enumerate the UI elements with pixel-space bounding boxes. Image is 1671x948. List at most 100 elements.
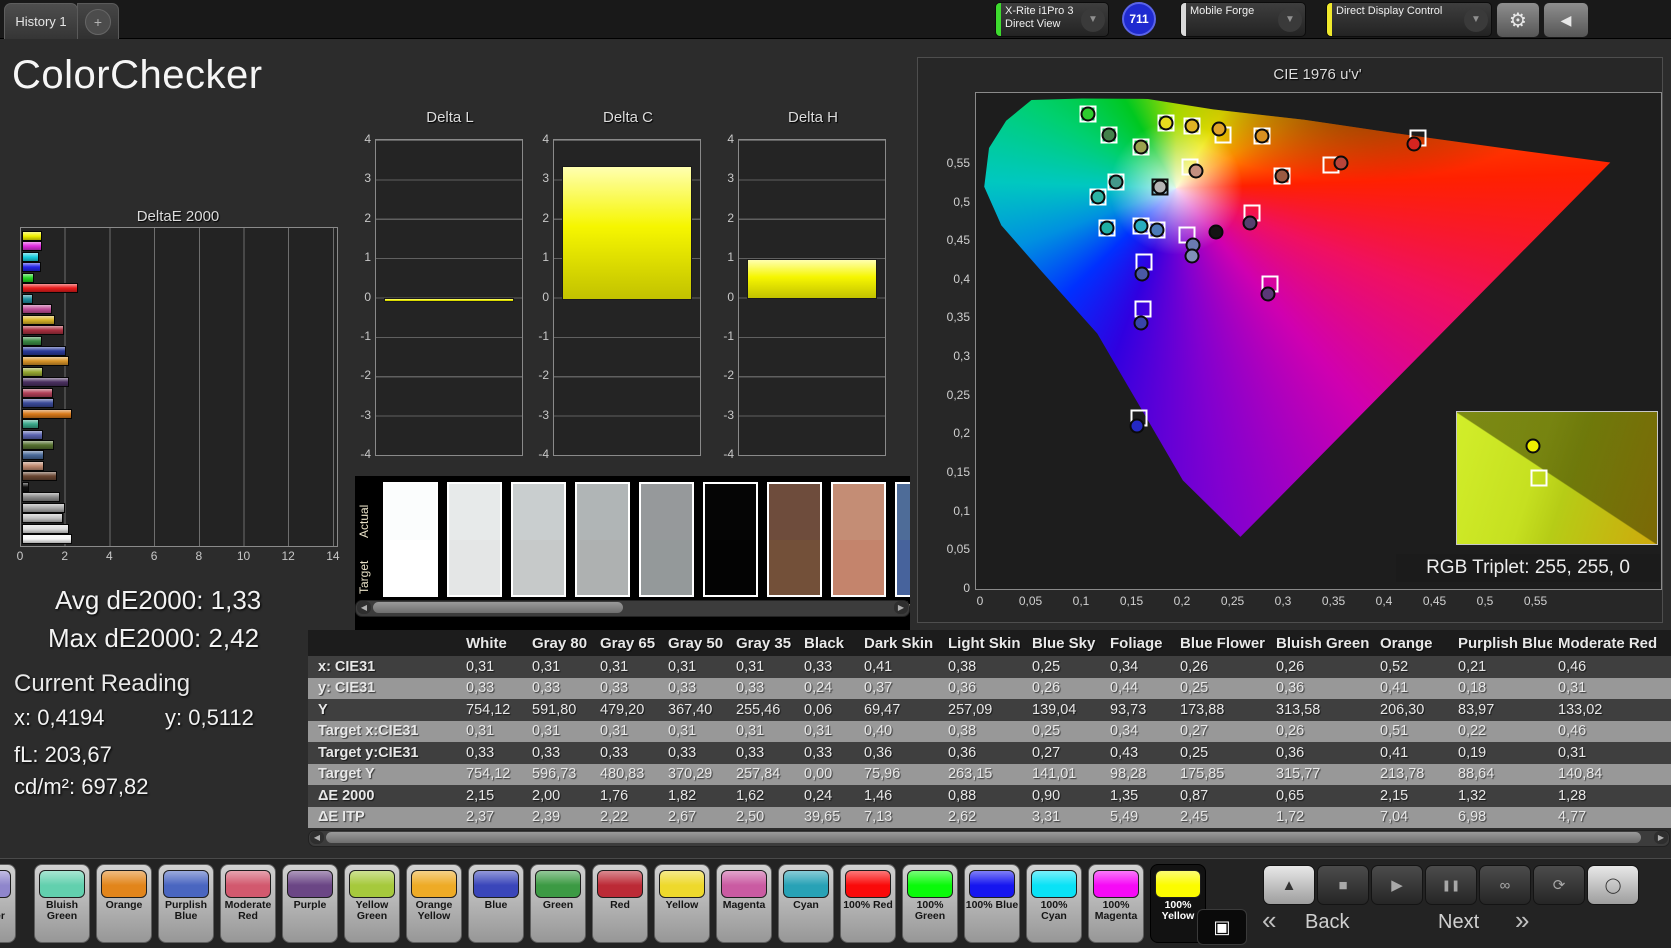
table-cell: 2,15 xyxy=(1380,787,1409,804)
patch-button[interactable]: 100% Magenta xyxy=(1088,864,1144,943)
patch-button[interactable]: Blue Flower xyxy=(0,864,16,943)
loop-button[interactable]: ∞ xyxy=(1479,865,1531,905)
table-cell: 213,78 xyxy=(1380,766,1425,783)
record-button[interactable]: ◯ xyxy=(1587,865,1639,905)
patch-button[interactable]: Blue xyxy=(468,864,524,943)
swatch-actual xyxy=(513,484,564,540)
next-button[interactable]: Next xyxy=(1438,911,1479,934)
reading-count-badge[interactable]: 711 xyxy=(1122,2,1156,36)
de-bar xyxy=(22,283,79,294)
back-button[interactable]: Back xyxy=(1305,911,1349,934)
swatch-cell: Gray 50 xyxy=(575,482,630,614)
scroll-left-icon[interactable]: ◀ xyxy=(357,601,371,614)
de-bar xyxy=(22,429,44,440)
meter-dropdown-source[interactable]: Mobile Forge ▼ xyxy=(1180,2,1306,37)
patch-color xyxy=(225,870,271,898)
delta-c-title: Delta C xyxy=(602,109,654,126)
patch-button[interactable]: 100% Green xyxy=(902,864,958,943)
patch-button[interactable]: 100% Cyan xyxy=(1026,864,1082,943)
stop-icon: ■ xyxy=(1338,876,1348,894)
patch-color xyxy=(411,870,457,898)
next-chevron-icon[interactable]: » xyxy=(1515,905,1529,936)
patch-color xyxy=(659,870,705,898)
table-cell: 0,06 xyxy=(804,701,833,718)
back-chevron-icon[interactable]: « xyxy=(1262,905,1276,936)
patch-button[interactable]: 100% Red xyxy=(840,864,896,943)
patch-button[interactable]: Purplish Blue xyxy=(158,864,214,943)
table-cell: 0,26 xyxy=(1276,723,1305,740)
column-header: Gray 65 xyxy=(600,634,656,652)
table-cell: 2,15 xyxy=(466,787,495,804)
meter-dropdown-probe[interactable]: X-Rite i1Pro 3 Direct View ▼ xyxy=(995,2,1109,37)
patch-label: Orange xyxy=(105,899,143,911)
patch-button[interactable]: Red xyxy=(592,864,648,943)
table-row: ΔE 2000 2,15 2,00 1,76 1,82 1,62 0,24 1,46 0,88 0… xyxy=(308,785,1671,807)
patch-button[interactable]: Yellow xyxy=(654,864,710,943)
patch-button[interactable]: Bluish Green xyxy=(34,864,90,943)
table-cell: 0,19 xyxy=(1458,744,1487,761)
patch-button[interactable]: Green xyxy=(530,864,586,943)
settings-button[interactable]: ⚙ xyxy=(1496,2,1540,38)
patch-color xyxy=(1155,870,1201,898)
scroll-right-icon[interactable]: ▶ xyxy=(1654,831,1668,844)
reading-y: y: 0,5112 xyxy=(165,705,254,730)
patch-button[interactable]: Orange Yellow xyxy=(406,864,462,943)
axis-tick-label: 4 xyxy=(727,132,734,146)
axis-tick-label: 0,5 xyxy=(1476,594,1494,608)
scroll-right-icon[interactable]: ▶ xyxy=(894,601,908,614)
delta-h-chart: Delta H 4 3 2 1 0 -1 -2 -3 -4 xyxy=(708,109,888,469)
stop-button[interactable]: ■ xyxy=(1317,865,1369,905)
pause-button[interactable]: ❚❚ xyxy=(1425,865,1477,905)
patch-button[interactable]: 100% Blue xyxy=(964,864,1020,943)
patch-label: Cyan xyxy=(793,899,819,911)
tab-history-1[interactable]: History 1 xyxy=(4,3,78,39)
play-button[interactable]: ▶ xyxy=(1371,865,1423,905)
axis-tick-label: 0,2 xyxy=(1173,594,1191,608)
swatch-actual xyxy=(769,484,820,540)
avg-de2000-readout: Avg dE2000: 1,33 xyxy=(55,585,262,615)
table-cell: 2,00 xyxy=(532,787,561,804)
table-cell: 0,33 xyxy=(668,680,697,697)
refresh-button[interactable]: ⟳ xyxy=(1533,865,1585,905)
table-cell: 39,65 xyxy=(804,809,841,826)
add-tab-button[interactable]: + xyxy=(77,3,119,39)
patch-button[interactable]: Magenta xyxy=(716,864,772,943)
patch-label: 100% Blue xyxy=(965,899,1019,911)
measured-point xyxy=(1208,224,1224,240)
axis-tick-label: 14 xyxy=(326,549,340,563)
swatch-actual xyxy=(705,484,756,540)
patch-button[interactable]: Moderate Red xyxy=(220,864,276,943)
axis-tick-label: 0,15 xyxy=(1119,594,1144,608)
measured-point xyxy=(1406,136,1422,152)
measured-point xyxy=(1184,248,1200,264)
patch-button[interactable]: Yellow Green xyxy=(344,864,400,943)
delta-bar xyxy=(747,259,877,300)
meter-dropdown-display[interactable]: Direct Display Control ▼ xyxy=(1326,2,1492,37)
swatch-scrollbar[interactable]: ◀ ▶ xyxy=(355,600,910,617)
pattern-window-button[interactable]: ▣ xyxy=(1197,909,1247,945)
patch-color xyxy=(0,870,11,898)
table-scrollbar[interactable]: ◀ ▶ xyxy=(308,830,1670,847)
scroll-left-icon[interactable]: ◀ xyxy=(310,831,324,844)
table-cell: 0,31 xyxy=(466,723,495,740)
current-reading-title: Current Reading xyxy=(14,670,191,697)
axis-tick-label: 0,45 xyxy=(946,233,970,248)
axis-tick-label: 0,35 xyxy=(1321,594,1346,608)
table-cell: 2,45 xyxy=(1180,809,1209,826)
swatch-target xyxy=(513,539,564,595)
axis-tick-label: 2 xyxy=(727,210,734,225)
patch-button[interactable]: Purple xyxy=(282,864,338,943)
patch-button[interactable]: Cyan xyxy=(778,864,834,943)
table-scroll-thumb[interactable] xyxy=(326,832,1641,843)
patch-button[interactable]: Orange xyxy=(96,864,152,943)
chevron-up-button[interactable]: ▲ xyxy=(1263,865,1315,905)
axis-tick-label: 6 xyxy=(150,549,158,563)
axis-tick-label: 0,25 xyxy=(946,387,970,402)
axis-tick-label: 0 xyxy=(976,594,984,608)
reading-x: x: 0,4194 xyxy=(14,705,105,730)
collapse-panel-button[interactable]: ◀ xyxy=(1543,2,1589,38)
cie-zoom-inset xyxy=(1456,411,1658,545)
swatch-scroll-thumb[interactable] xyxy=(373,602,623,613)
table-cell: 0,31 xyxy=(736,658,765,675)
de-bar xyxy=(22,398,54,409)
